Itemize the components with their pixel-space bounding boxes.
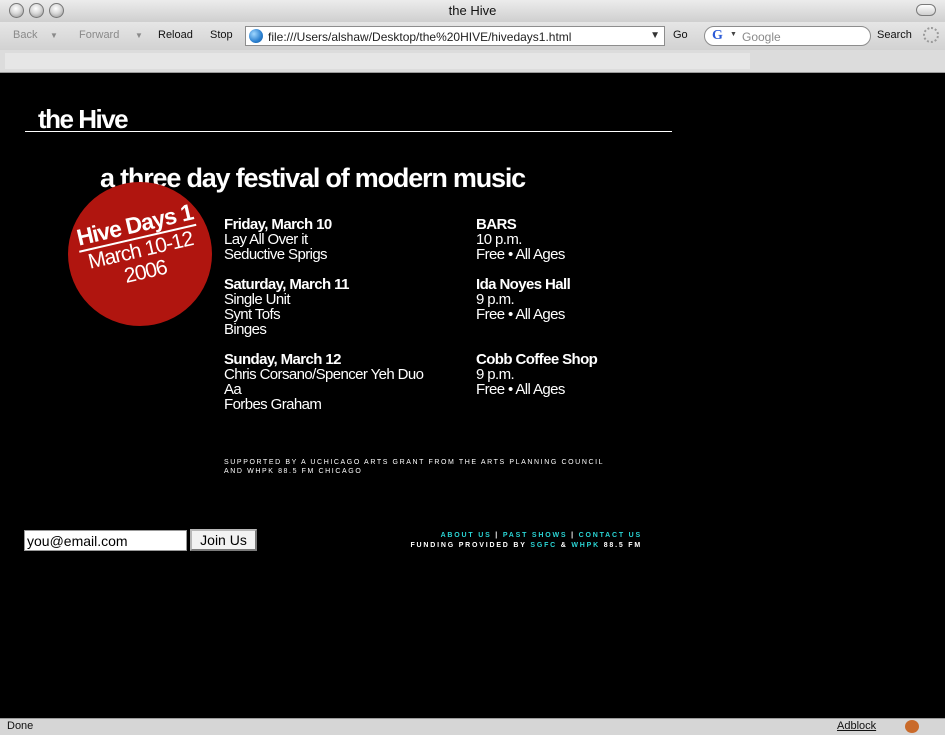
funding-prefix: Funding provided by	[410, 542, 527, 549]
act-name: Synt Tofs	[224, 306, 281, 323]
status-bar: Done Adblock	[0, 718, 945, 735]
stop-button[interactable]: Stop	[210, 29, 233, 41]
footer-separator: |	[495, 532, 500, 539]
forward-menu-icon[interactable]: ▼	[135, 31, 143, 40]
badge-text: Hive Days 1 March 10-12 2006	[68, 197, 212, 300]
globe-icon	[249, 29, 263, 43]
toolbar-toggle-button[interactable]	[916, 4, 936, 16]
email-signup-input[interactable]	[24, 530, 187, 551]
sponsor-line-2: and WHPK 88.5 FM Chicago	[224, 468, 363, 475]
admission-info: Free • All Ages	[476, 246, 565, 263]
show-time: 10 p.m.	[476, 231, 522, 248]
search-placeholder: Google	[742, 30, 781, 44]
join-us-button[interactable]: Join Us	[190, 529, 257, 551]
venue-name: Ida Noyes Hall	[476, 276, 571, 293]
greasemonkey-icon[interactable]	[905, 720, 919, 733]
sponsor-note: Supported by a UChicago Arts Grant from …	[224, 458, 604, 476]
adblock-button[interactable]: Adblock	[837, 720, 876, 732]
act-name: Aa	[224, 381, 242, 398]
window-title: the Hive	[448, 3, 497, 18]
footer-nav: About Us | Past Shows | Contact Us	[370, 531, 642, 541]
show-time: 9 p.m.	[476, 291, 515, 308]
show-time: 9 p.m.	[476, 366, 515, 383]
act-name: Chris Corsano/Spencer Yeh Duo	[224, 366, 424, 383]
schedule-day-sunday: Sunday, March 12 Chris Corsano/Spencer Y…	[224, 351, 424, 413]
act-name: Forbes Graham	[224, 396, 322, 413]
sgfc-link[interactable]: SGFC	[530, 542, 557, 549]
footer-separator: |	[571, 532, 575, 539]
act-name: Lay All Over it	[224, 231, 308, 248]
day-heading: Saturday, March 11	[224, 276, 349, 293]
reload-button[interactable]: Reload	[158, 29, 193, 41]
window-titlebar: the Hive	[0, 0, 945, 23]
bookmarks-bar	[0, 50, 945, 73]
funding-line: Funding provided by SGFC & WHPK 88.5 FM	[370, 541, 642, 551]
forward-button[interactable]: Forward	[79, 29, 119, 41]
act-name: Binges	[224, 321, 267, 338]
schedule-day-friday: Friday, March 10 Lay All Over it Seducti…	[224, 217, 332, 262]
admission-info: Free • All Ages	[476, 381, 565, 398]
url-bar[interactable]: file:///Users/alshaw/Desktop/the%20HIVE/…	[245, 26, 665, 46]
search-button[interactable]: Search	[877, 29, 912, 41]
url-text[interactable]: file:///Users/alshaw/Desktop/the%20HIVE/…	[268, 30, 571, 44]
url-history-dropdown-icon[interactable]: ▼	[650, 30, 660, 41]
title-divider	[25, 131, 672, 132]
hive-days-badge: Hive Days 1 March 10-12 2006	[68, 182, 212, 326]
back-button[interactable]: Back	[13, 29, 37, 41]
status-text: Done	[7, 720, 34, 732]
venue-name: Cobb Coffee Shop	[476, 351, 598, 368]
act-name: Single Unit	[224, 291, 291, 308]
about-us-link[interactable]: About Us	[441, 532, 492, 539]
google-icon[interactable]: G	[712, 28, 723, 44]
funding-ampersand: &	[560, 542, 568, 549]
search-field[interactable]: G ▼ Google	[704, 26, 871, 46]
venue-info-sunday: Cobb Coffee Shop 9 p.m. Free • All Ages	[476, 351, 598, 398]
day-heading: Sunday, March 12	[224, 351, 341, 368]
footer-links: About Us | Past Shows | Contact Us Fundi…	[370, 531, 642, 551]
venue-info-friday: BARS 10 p.m. Free • All Ages	[476, 217, 565, 262]
act-name: Seductive Sprigs	[224, 246, 328, 263]
loading-spinner-icon	[923, 27, 939, 43]
bookmarks-area	[5, 53, 750, 69]
schedule-day-saturday: Saturday, March 11 Single Unit Synt Tofs…	[224, 277, 349, 337]
venue-name: BARS	[476, 216, 517, 233]
whpk-link[interactable]: WHPK	[571, 542, 600, 549]
page-content: the Hive a three day festival of modern …	[0, 73, 945, 718]
search-engine-dropdown-icon[interactable]: ▼	[730, 31, 737, 38]
contact-us-link[interactable]: Contact Us	[579, 532, 642, 539]
venue-info-saturday: Ida Noyes Hall 9 p.m. Free • All Ages	[476, 276, 571, 323]
sponsor-line-1: Supported by a UChicago Arts Grant from …	[224, 459, 605, 466]
past-shows-link[interactable]: Past Shows	[503, 532, 568, 539]
day-heading: Friday, March 10	[224, 216, 332, 233]
go-button[interactable]: Go	[673, 29, 688, 41]
back-menu-icon[interactable]: ▼	[50, 31, 58, 40]
whpk-frequency: 88.5 FM	[603, 542, 642, 549]
admission-info: Free • All Ages	[476, 306, 565, 323]
